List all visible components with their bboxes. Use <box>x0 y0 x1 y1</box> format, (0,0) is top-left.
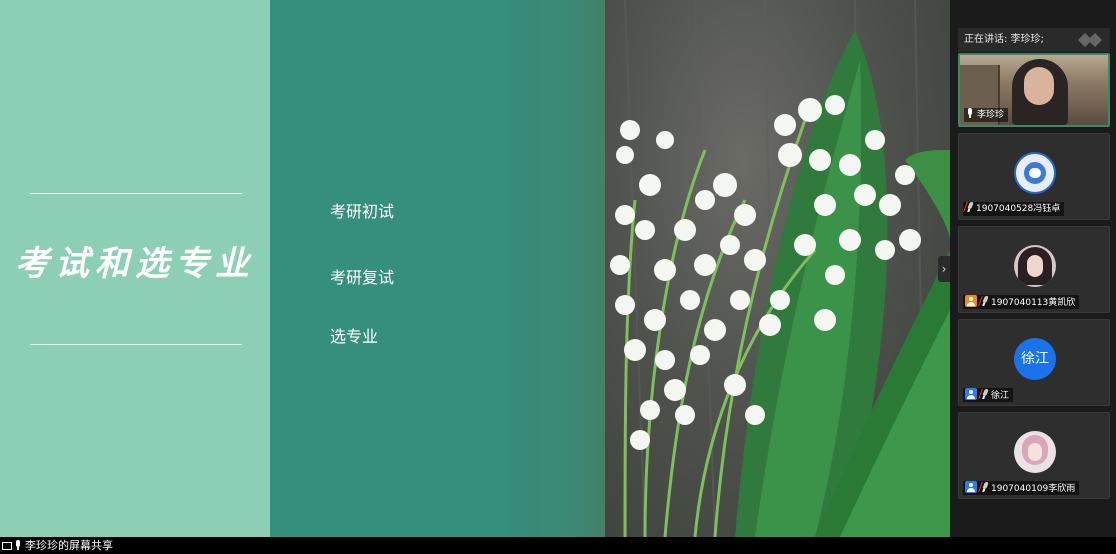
participant-label: 1907040109李欣雨 <box>963 481 1080 495</box>
microphone-muted-icon <box>978 389 990 399</box>
shared-screen-slide: 考试和选专业 考研初试 考研复试 选专业 <box>0 0 950 537</box>
participant-name: 1907040109李欣雨 <box>991 484 1076 494</box>
speaking-label: 正在讲话: 李珍珍; <box>964 34 1044 45</box>
title-divider-top <box>30 193 242 194</box>
menu-item-choose-major: 选专业 <box>330 327 379 346</box>
user-role-icon <box>965 388 977 400</box>
flower-illustration <box>610 0 950 537</box>
microphone-icon <box>14 540 22 550</box>
avatar <box>1014 431 1056 473</box>
app-logo-icon <box>1077 32 1103 48</box>
slide-left-panel: 考试和选专业 <box>0 0 270 537</box>
avatar: 徐江 <box>1014 338 1056 380</box>
title-divider-bottom <box>30 344 242 345</box>
participant-label: 李珍珍 <box>964 108 1009 122</box>
slide-title: 考试和选专业 <box>15 244 255 284</box>
chevron-right-icon[interactable]: › <box>938 256 950 282</box>
person-face <box>1024 67 1054 105</box>
participant-name: 1907040528冯钰卓 <box>976 204 1061 214</box>
participant-label: 1907040528冯钰卓 <box>963 202 1065 216</box>
participant-label: 徐江 <box>963 388 1014 402</box>
participant-name: 1907040113黄凯欣 <box>991 298 1076 308</box>
participant-name: 李珍珍 <box>977 110 1005 120</box>
speaking-indicator: 正在讲话: 李珍珍; <box>958 28 1110 52</box>
participant-tile[interactable]: 1907040528冯钰卓 <box>958 133 1110 220</box>
participant-tile[interactable]: 1907040113黄凯欣 <box>958 226 1110 313</box>
status-bar: 李珍珍的屏幕共享 <box>0 537 1116 554</box>
participant-tile-active[interactable]: 李珍珍 <box>958 53 1110 127</box>
user-role-icon <box>965 481 977 493</box>
microphone-muted-icon <box>978 296 990 306</box>
avatar <box>1014 152 1056 194</box>
microphone-muted-icon <box>963 202 975 212</box>
menu-item-exam-initial: 考研初试 <box>330 202 395 221</box>
participant-name: 徐江 <box>991 391 1010 401</box>
user-role-icon <box>965 295 977 307</box>
microphone-muted-icon <box>978 482 990 492</box>
avatar <box>1014 245 1056 287</box>
screen-share-label: 李珍珍的屏幕共享 <box>25 539 113 552</box>
participant-label: 1907040113黄凯欣 <box>963 295 1080 309</box>
screen-share-icon <box>2 542 12 550</box>
menu-item-exam-retest: 考研复试 <box>330 268 395 287</box>
slide-fade-panel <box>510 0 605 537</box>
lily-of-the-valley-photo <box>605 0 950 537</box>
microphone-icon <box>966 108 974 118</box>
participant-tile[interactable]: 1907040109李欣雨 <box>958 412 1110 499</box>
participant-tile[interactable]: 徐江 徐江 <box>958 319 1110 406</box>
